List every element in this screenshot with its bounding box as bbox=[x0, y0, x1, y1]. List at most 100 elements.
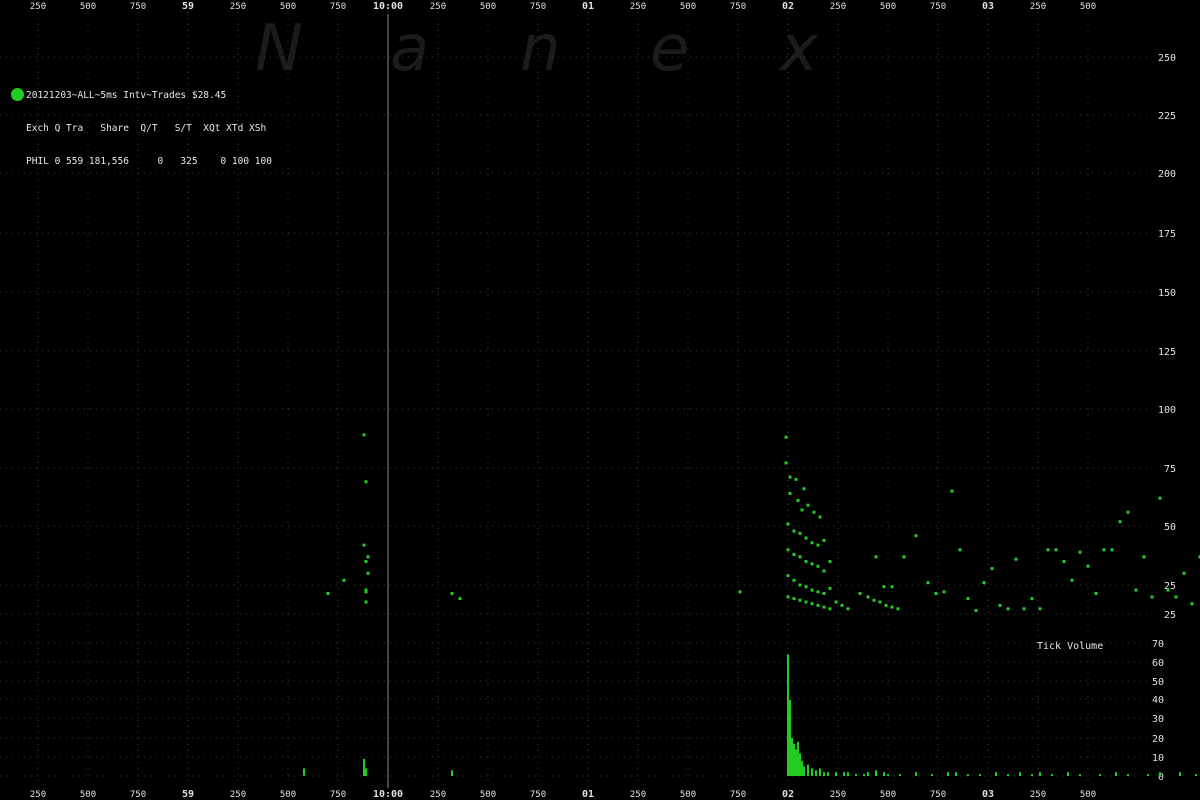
y-tick-label: 150 bbox=[1158, 288, 1176, 299]
x-tick-label-bottom: 750 bbox=[930, 790, 946, 800]
y-tick-label: 50 bbox=[1164, 522, 1176, 533]
scatter-point bbox=[1062, 560, 1066, 564]
scatter-point bbox=[366, 555, 370, 559]
y-tick-label: 25 bbox=[1164, 610, 1176, 621]
volume-bar bbox=[899, 774, 901, 776]
x-tick-label-bottom: 02 bbox=[782, 789, 794, 800]
x-tick-label-top: 750 bbox=[730, 2, 746, 12]
volume-bar bbox=[883, 772, 885, 776]
scatter-point bbox=[942, 590, 946, 594]
scatter-point bbox=[802, 487, 806, 491]
x-tick-label-bottom: 500 bbox=[80, 790, 96, 800]
x-tick-label-top: 750 bbox=[330, 2, 346, 12]
volume-bar bbox=[855, 774, 857, 776]
y-tick-label: 25 bbox=[1164, 581, 1176, 592]
scatter-point bbox=[366, 571, 370, 575]
scatter-point bbox=[804, 560, 808, 564]
scatter-point bbox=[794, 477, 798, 481]
volume-y-tick-label: 20 bbox=[1152, 734, 1164, 745]
volume-bar bbox=[1195, 774, 1197, 776]
x-tick-label-top: 500 bbox=[680, 2, 696, 12]
scatter-point bbox=[810, 562, 814, 566]
x-tick-label-top: 10:00 bbox=[373, 1, 403, 12]
x-tick-label-bottom: 750 bbox=[330, 790, 346, 800]
x-tick-label-top: 01 bbox=[582, 1, 594, 12]
scatter-point bbox=[1086, 564, 1090, 568]
x-tick-label-bottom: 750 bbox=[530, 790, 546, 800]
volume-bar bbox=[801, 760, 803, 776]
x-tick-label-top: 59 bbox=[182, 1, 194, 12]
scatter-point bbox=[792, 597, 796, 601]
scatter-point bbox=[362, 433, 366, 437]
scatter-point bbox=[858, 592, 862, 595]
volume-bar bbox=[787, 654, 789, 776]
scatter-point bbox=[1166, 588, 1170, 592]
x-tick-label-bottom: 250 bbox=[30, 790, 46, 800]
scatter-point bbox=[1158, 496, 1162, 500]
scatter-point bbox=[878, 600, 882, 604]
scatter-point bbox=[458, 597, 462, 601]
scatter-point bbox=[934, 592, 938, 595]
scatter-point bbox=[364, 560, 368, 564]
scatter-point bbox=[812, 510, 816, 514]
volume-bar bbox=[797, 741, 799, 776]
y-tick-label: 175 bbox=[1158, 229, 1176, 240]
scatter-point bbox=[982, 581, 986, 585]
scatter-point bbox=[1190, 602, 1194, 606]
volume-y-tick-label: 30 bbox=[1152, 714, 1164, 725]
scatter-point bbox=[364, 480, 368, 484]
scatter-point bbox=[816, 603, 820, 607]
volume-bar bbox=[815, 770, 817, 776]
volume-bar bbox=[365, 768, 367, 776]
scatter-point bbox=[800, 508, 804, 512]
scatter-point bbox=[822, 592, 826, 595]
scatter-point bbox=[806, 503, 810, 507]
scatter-point bbox=[792, 578, 796, 582]
x-tick-label-top: 750 bbox=[530, 2, 546, 12]
scatter-point bbox=[796, 499, 800, 503]
x-tick-label-top: 250 bbox=[830, 2, 846, 12]
volume-bar bbox=[1079, 774, 1081, 776]
x-tick-label-bottom: 03 bbox=[982, 789, 994, 800]
scatter-point bbox=[896, 607, 900, 611]
x-tick-label-bottom: 250 bbox=[630, 790, 646, 800]
volume-bar bbox=[867, 772, 869, 776]
scatter-point bbox=[798, 583, 802, 587]
x-tick-label-bottom: 59 bbox=[182, 789, 194, 800]
volume-y-tick-label: 50 bbox=[1152, 677, 1164, 688]
scatter-point bbox=[974, 609, 978, 612]
volume-bar bbox=[847, 772, 849, 776]
volume-bar bbox=[955, 772, 957, 776]
scatter-point bbox=[1078, 550, 1082, 554]
x-tick-label-bottom: 10:00 bbox=[373, 789, 403, 800]
scatter-point bbox=[804, 585, 808, 589]
scatter-point bbox=[902, 555, 906, 559]
scatter-point bbox=[798, 531, 802, 535]
scatter-point bbox=[450, 592, 454, 595]
volume-bar bbox=[823, 772, 825, 776]
volume-bar bbox=[1179, 772, 1181, 776]
volume-bar bbox=[835, 772, 837, 776]
scatter-point bbox=[1126, 510, 1130, 514]
volume-bar bbox=[819, 768, 821, 776]
scatter-point bbox=[990, 567, 994, 571]
scatter-point bbox=[1022, 607, 1026, 611]
volume-bar bbox=[947, 772, 949, 776]
y-tick-label: 225 bbox=[1158, 111, 1176, 122]
scatter-point bbox=[810, 541, 814, 545]
volume-bar bbox=[363, 758, 365, 776]
volume-bar bbox=[1007, 774, 1009, 776]
x-tick-label-top: 250 bbox=[630, 2, 646, 12]
volume-bar bbox=[1099, 774, 1101, 776]
volume-bar bbox=[789, 700, 791, 776]
volume-bar bbox=[1031, 774, 1033, 776]
scatter-point bbox=[1118, 520, 1122, 524]
chart-info: 20121203~ALL~5ms Intv~Trades $28.45 Exch… bbox=[26, 68, 272, 189]
volume-bar bbox=[967, 774, 969, 776]
x-tick-label-top: 500 bbox=[80, 2, 96, 12]
volume-bar bbox=[795, 749, 797, 776]
scatter-point bbox=[786, 595, 790, 599]
scatter-point bbox=[1030, 597, 1034, 601]
scatter-point bbox=[1150, 595, 1154, 599]
volume-bar bbox=[915, 772, 917, 776]
